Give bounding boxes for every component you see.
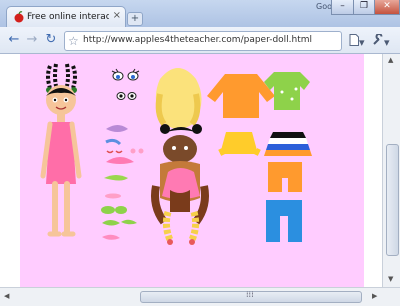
tab-title: Free online interactive pa... <box>27 12 109 22</box>
doll-neck <box>57 114 65 122</box>
tab-active[interactable]: Free online interactive pa... × <box>6 6 126 28</box>
scroll-up-icon[interactable]: ▲ <box>388 56 393 64</box>
wrench-icon <box>373 33 383 45</box>
skirt-option-yellow[interactable] <box>220 132 258 154</box>
lips-option-pink[interactable] <box>106 157 134 164</box>
pants-option-blue[interactable] <box>266 200 302 242</box>
forward-button[interactable]: → <box>24 32 40 48</box>
bookmark-star-icon[interactable]: ☆ <box>68 33 79 49</box>
close-window-button[interactable]: ✕ <box>374 0 400 15</box>
horizontal-scrollbar[interactable]: ◀ ⁞⁞⁞ ▶ <box>0 287 400 306</box>
doll-pupil-left <box>53 98 57 102</box>
scroll-down-icon[interactable]: ▼ <box>388 275 393 283</box>
lips-option-purple[interactable] <box>106 125 128 132</box>
paper-doll-canvas <box>40 63 312 245</box>
reload-button[interactable]: ↻ <box>43 32 59 48</box>
scroll-grip-icon: ⁞⁞⁞ <box>246 290 254 299</box>
horizontal-scroll-thumb[interactable]: ⁞⁞⁞ <box>140 290 362 303</box>
page-content <box>0 54 382 287</box>
back-button[interactable]: ← <box>6 32 22 48</box>
tools-menu-chevron-icon: ▾ <box>384 36 390 49</box>
leaves-option-green[interactable] <box>102 219 137 226</box>
url-text[interactable]: http://www.apples4theteacher.com/paper-d… <box>83 35 312 45</box>
apple-favicon-icon <box>14 11 24 23</box>
vertical-scroll-thumb[interactable] <box>386 144 399 256</box>
eyelashes-option-red[interactable] <box>106 150 123 154</box>
browser-toolbar: ← → ↻ ☆ http://www.apples4theteacher.com… <box>0 27 400 54</box>
mouth-option-pink[interactable] <box>105 193 121 199</box>
doll-pupil-right <box>64 98 68 102</box>
vertical-scrollbar[interactable]: ▲ ▼ <box>382 54 400 287</box>
brows-option-blue[interactable] <box>105 138 122 146</box>
eyes-option-plain[interactable] <box>116 92 137 100</box>
shorts-option-orange[interactable] <box>268 162 302 192</box>
tools-menu-button[interactable]: ▾ <box>372 33 390 49</box>
ears-option-green[interactable] <box>101 206 127 214</box>
page-icon <box>349 34 359 46</box>
page-menu-chevron-icon: ▾ <box>359 36 365 49</box>
minimize-button[interactable]: – <box>331 0 354 15</box>
doll-legs <box>52 181 70 235</box>
mouth-option-pink-2[interactable] <box>102 234 120 240</box>
new-tab-button[interactable]: + <box>127 12 143 26</box>
address-bar[interactable]: ☆ http://www.apples4theteacher.com/paper… <box>64 31 342 51</box>
paper-doll-stage <box>20 54 364 287</box>
lips-option-green[interactable] <box>104 175 128 181</box>
title-bar: Free online interactive pa... × + Google… <box>0 0 400 28</box>
scroll-right-icon[interactable]: ▶ <box>372 292 377 300</box>
close-tab-icon[interactable]: × <box>113 10 121 22</box>
hair-option-blonde-curly[interactable] <box>155 68 202 129</box>
doll-figure[interactable] <box>40 63 82 237</box>
blush-option-pink[interactable] <box>130 148 144 154</box>
eyes-option-lashes[interactable] <box>111 68 140 81</box>
face-option-brown[interactable] <box>163 135 197 163</box>
sweater-option-orange[interactable] <box>207 74 275 118</box>
page-menu-button[interactable]: ▾ <box>349 34 365 49</box>
restore-button[interactable]: ❐ <box>353 0 375 15</box>
hair-option-blonde-braids[interactable] <box>162 211 200 245</box>
scroll-left-icon[interactable]: ◀ <box>4 292 9 300</box>
skirt-option-striped[interactable] <box>264 132 312 156</box>
